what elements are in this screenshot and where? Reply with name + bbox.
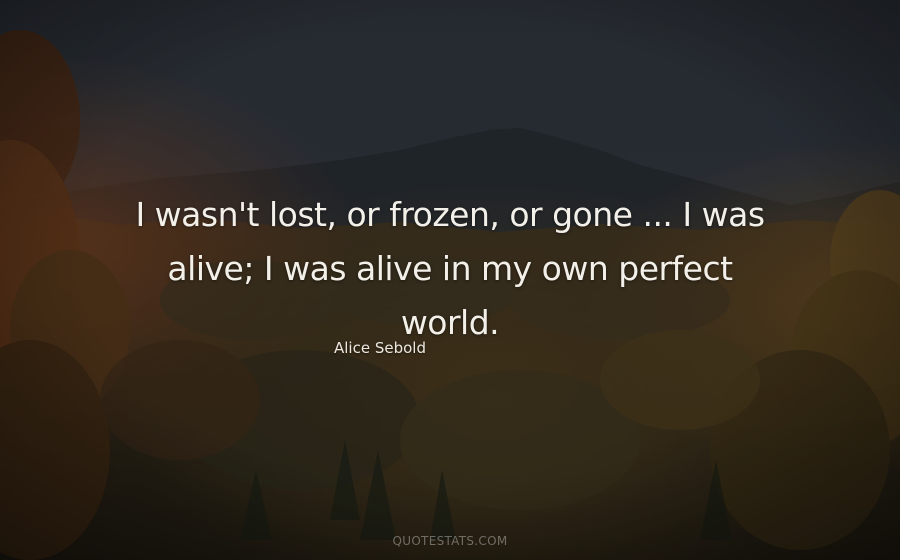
quote-line-1: I wasn't lost, or frozen, or gone ... I … xyxy=(135,195,765,234)
quote-text: I wasn't lost, or frozen, or gone ... I … xyxy=(120,188,780,350)
quote-line-2: alive; I was alive in my own perfect wor… xyxy=(167,249,733,342)
site-watermark: QUOTESTATS.COM xyxy=(392,534,508,548)
quote-author: Alice Sebold xyxy=(334,339,426,357)
quote-image: I wasn't lost, or frozen, or gone ... I … xyxy=(0,0,900,560)
